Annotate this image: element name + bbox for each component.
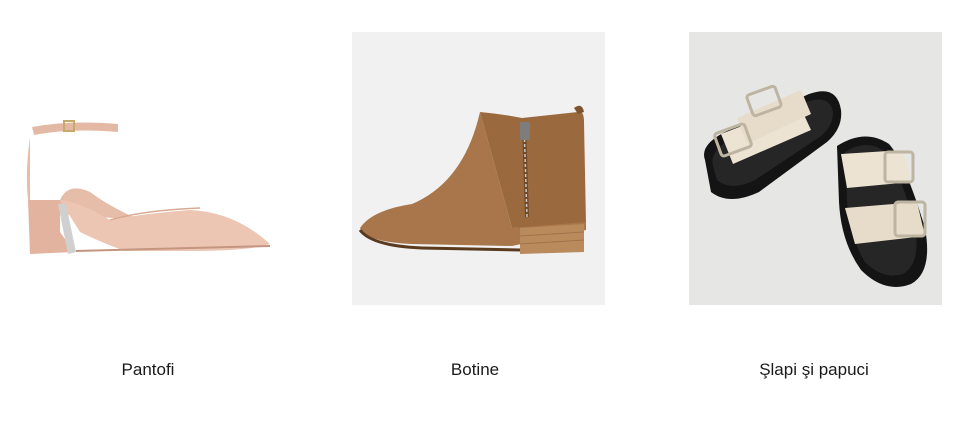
botine-image[interactable] — [352, 32, 605, 305]
ankle-boot-icon — [358, 105, 586, 254]
slide-sandals-icon — [704, 84, 928, 287]
slapi-image[interactable] — [689, 32, 942, 305]
category-label[interactable]: Pantofi — [122, 360, 175, 380]
pump-shoe-icon — [26, 120, 271, 254]
category-label[interactable]: Şlapi şi papuci — [759, 360, 869, 380]
category-label[interactable]: Botine — [451, 360, 499, 380]
pantofi-image[interactable] — [20, 32, 273, 305]
